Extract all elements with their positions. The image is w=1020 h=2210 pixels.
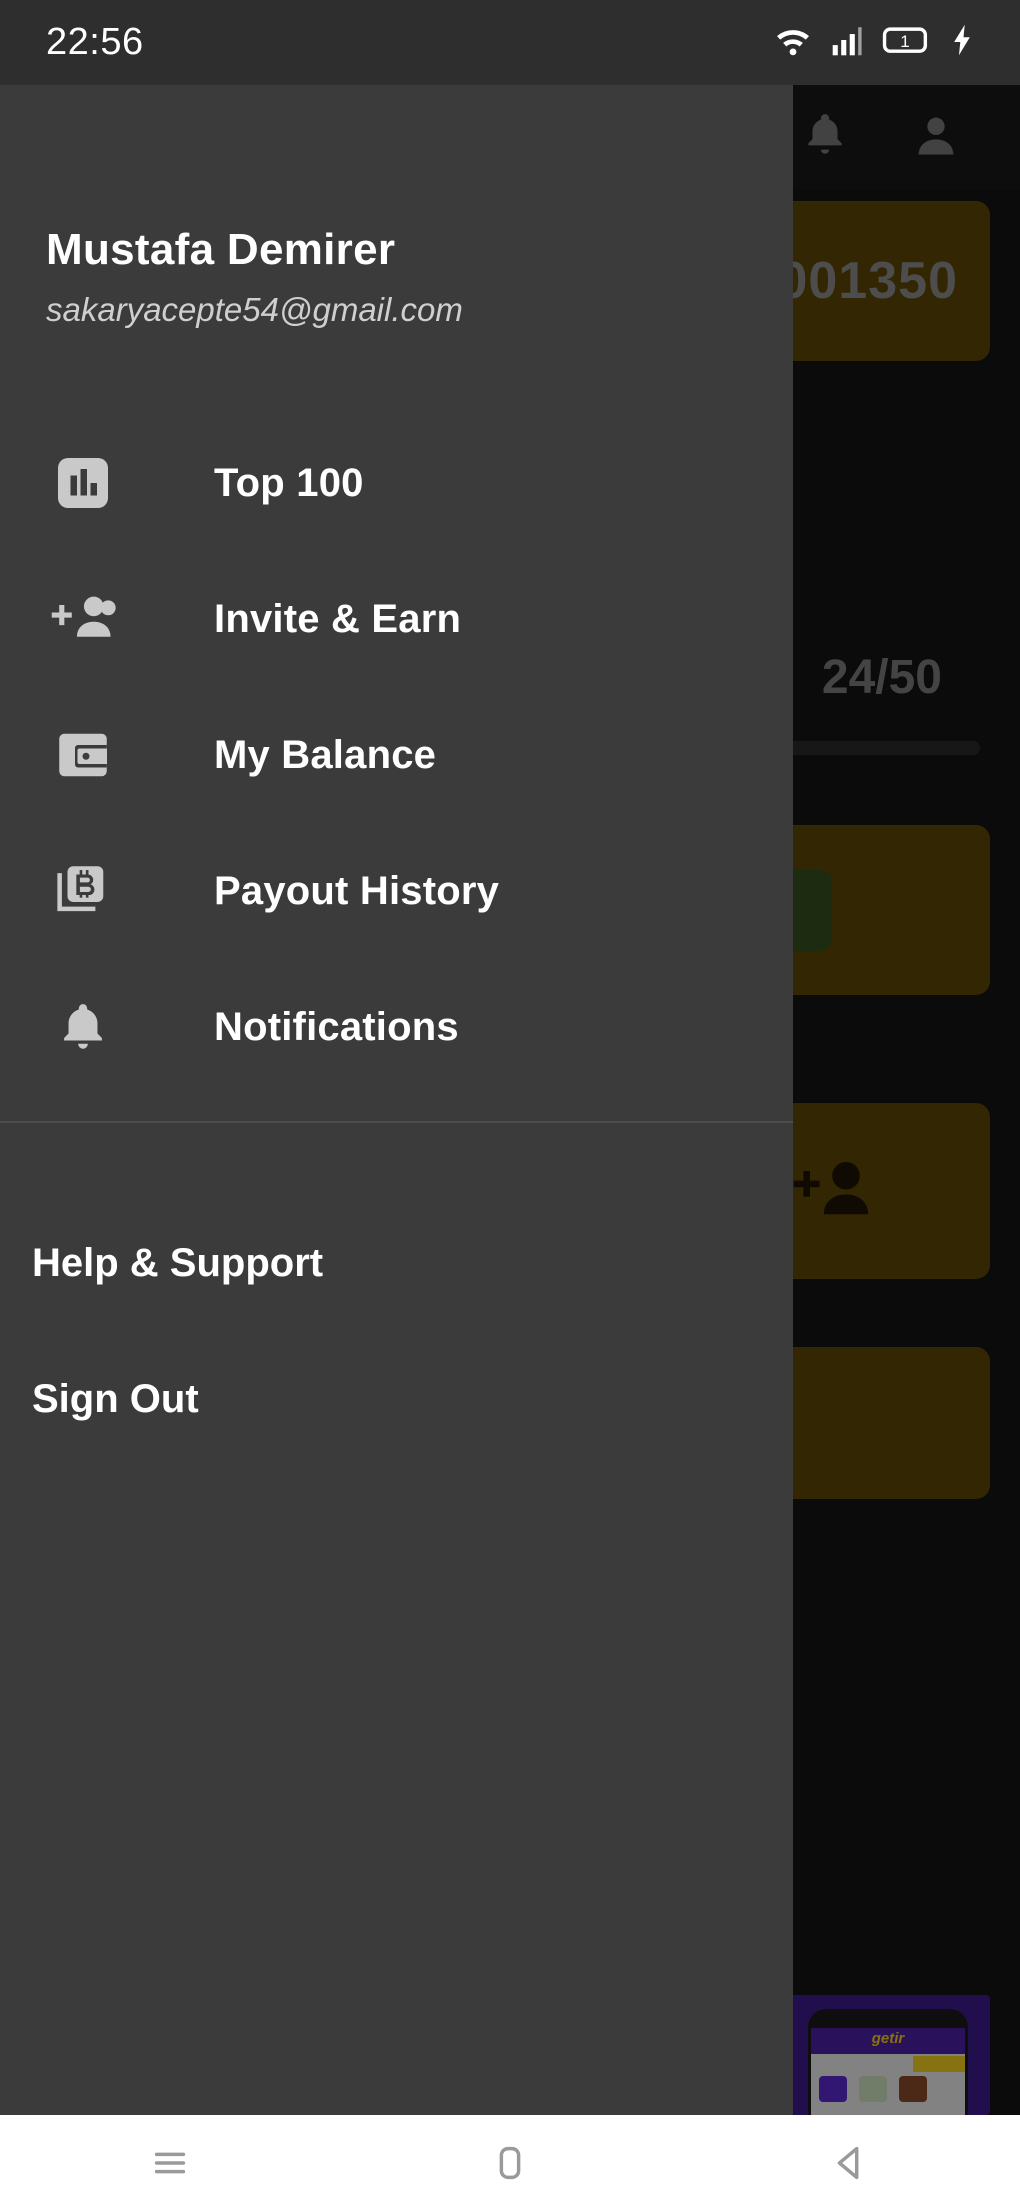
svg-text:1: 1: [900, 32, 909, 51]
status-bar-icons: 1: [772, 23, 974, 62]
wallet-icon: [46, 725, 120, 785]
bar-chart-icon: [46, 453, 120, 513]
android-navigation-bar: [0, 2115, 1020, 2210]
charging-bolt-icon: [950, 23, 974, 62]
drawer-item-notifications[interactable]: Notifications: [0, 959, 793, 1095]
drawer-item-my-balance[interactable]: My Balance: [0, 687, 793, 823]
navigation-drawer: Mustafa Demirer sakaryacepte54@gmail.com…: [0, 85, 793, 2115]
battery-icon: 1: [882, 23, 934, 62]
drawer-item-label: Payout History: [214, 868, 500, 913]
drawer-footer: Help & Support Sign Out: [0, 1123, 793, 1467]
status-bar-clock: 22:56: [46, 21, 144, 63]
drawer-item-label: My Balance: [214, 732, 437, 777]
wifi-icon: [772, 23, 814, 62]
person-add-icon: [46, 591, 120, 647]
drawer-menu: Top 100 Invite & Earn My Balance Payout …: [0, 415, 793, 1095]
drawer-item-top-100[interactable]: Top 100: [0, 415, 793, 551]
back-icon[interactable]: [790, 2115, 910, 2210]
drawer-item-payout-history[interactable]: Payout History: [0, 823, 793, 959]
cellular-signal-icon: [830, 23, 866, 62]
drawer-item-label: Notifications: [214, 1004, 459, 1049]
status-bar: 22:56 1: [0, 0, 1020, 85]
bell-icon: [46, 997, 120, 1057]
drawer-footer-label: Sign Out: [32, 1376, 199, 1421]
drawer-item-help-support[interactable]: Help & Support: [0, 1195, 793, 1331]
recents-icon[interactable]: [110, 2115, 230, 2210]
drawer-item-label: Top 100: [214, 460, 364, 505]
drawer-item-sign-out[interactable]: Sign Out: [0, 1331, 793, 1467]
bitcoin-cards-icon: [46, 861, 120, 921]
drawer-header: Mustafa Demirer sakaryacepte54@gmail.com: [0, 85, 793, 329]
drawer-user-email: sakaryacepte54@gmail.com: [46, 291, 463, 328]
phone-screen: 001350 24/50 ACTIVE geti: [0, 0, 1020, 2210]
drawer-item-invite-earn[interactable]: Invite & Earn: [0, 551, 793, 687]
home-icon[interactable]: [450, 2115, 570, 2210]
drawer-footer-label: Help & Support: [32, 1240, 324, 1285]
drawer-item-label: Invite & Earn: [214, 596, 462, 641]
drawer-user-name: Mustafa Demirer: [46, 225, 396, 274]
